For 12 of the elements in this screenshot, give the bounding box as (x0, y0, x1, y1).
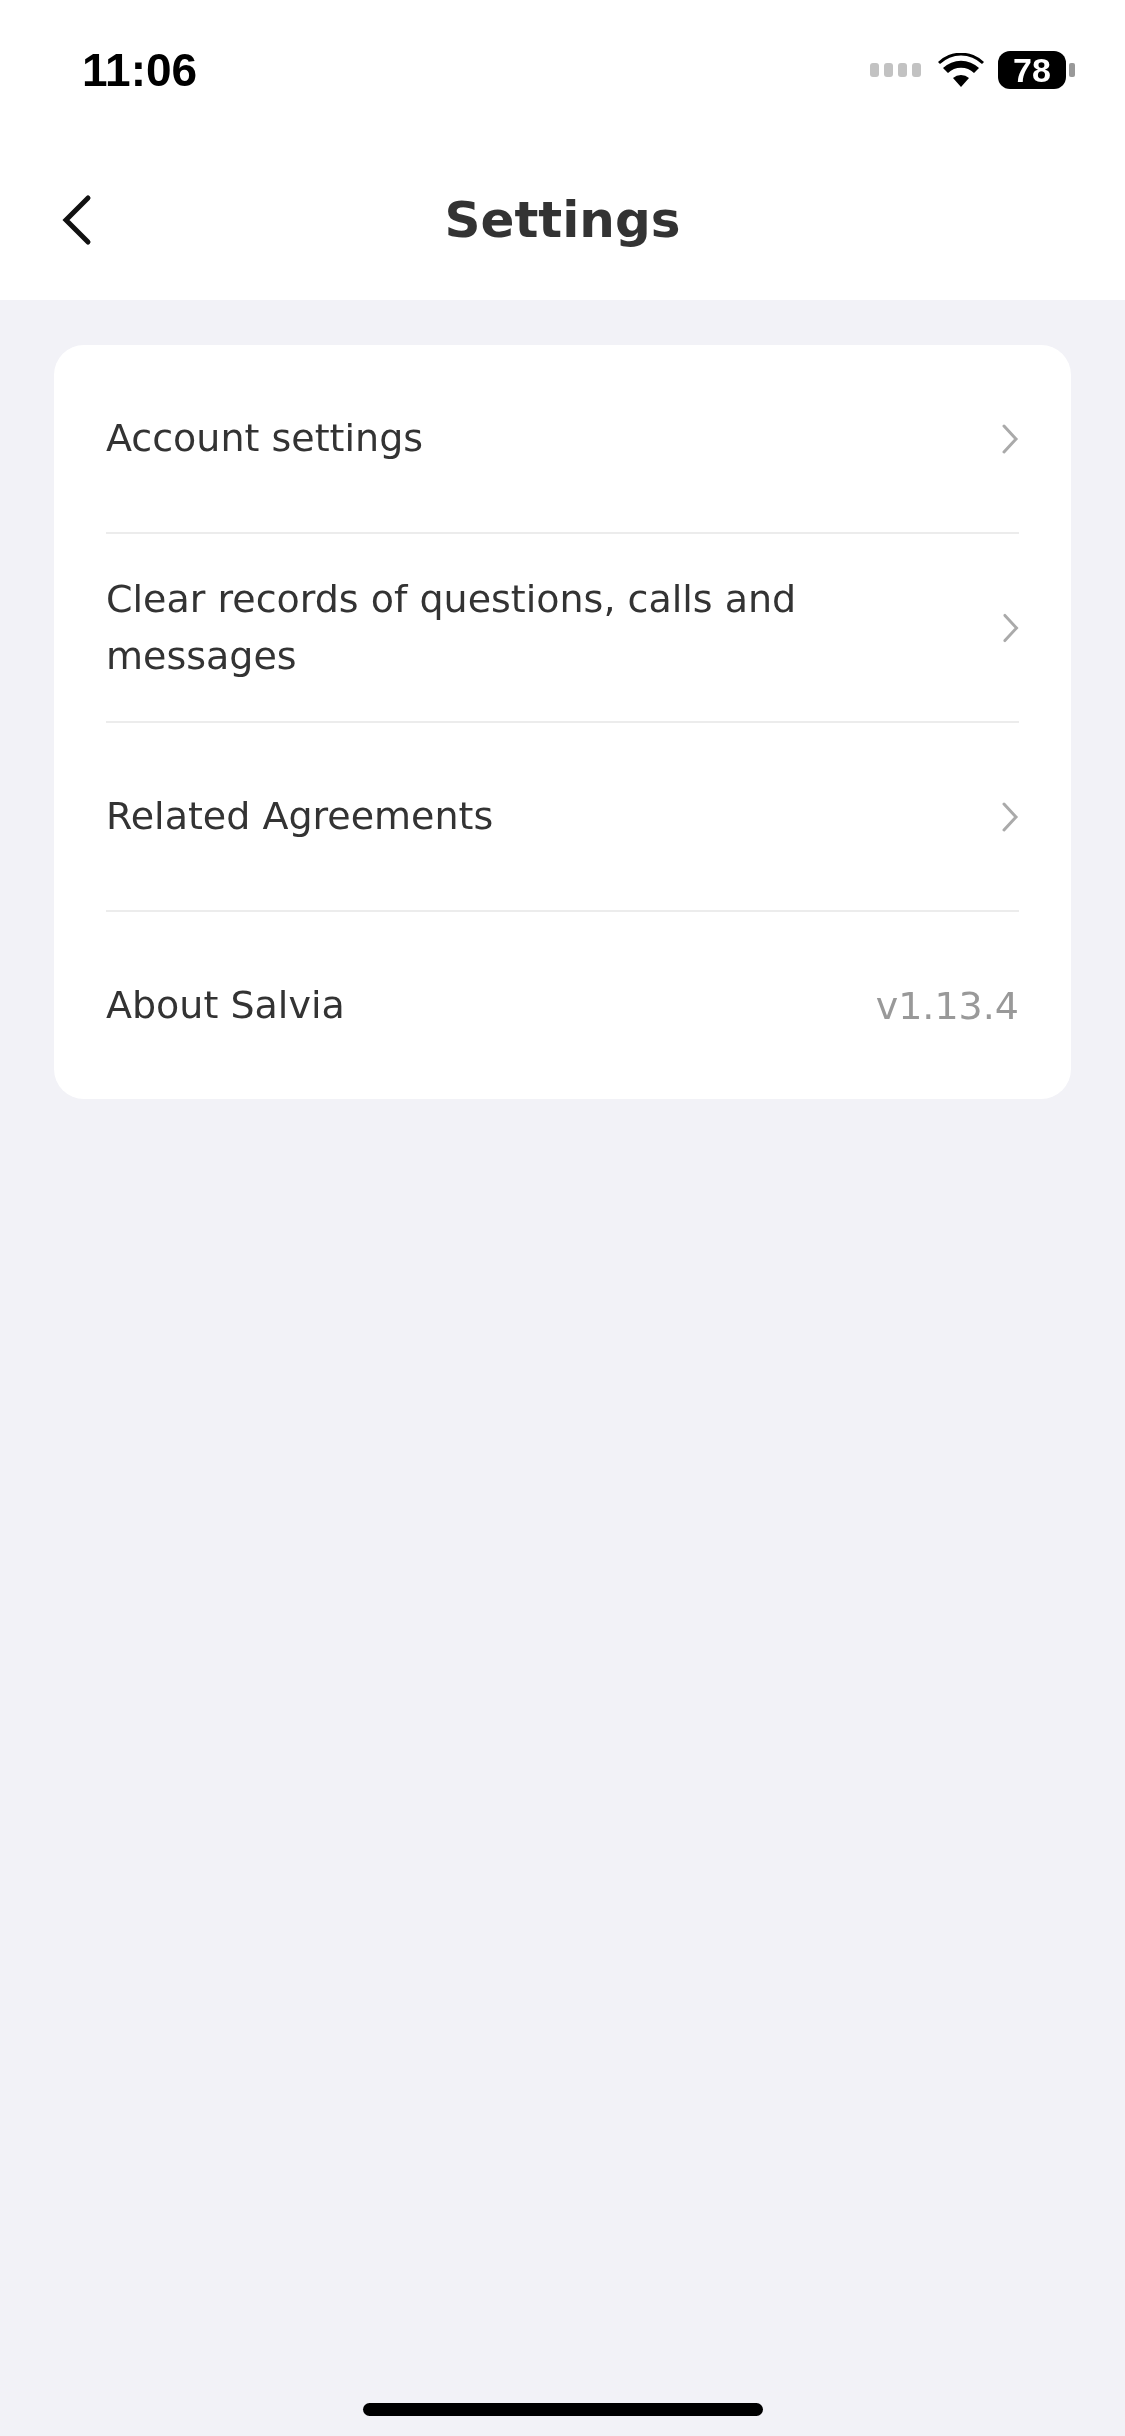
chevron-right-icon (1001, 422, 1019, 455)
chevron-right-icon (1001, 611, 1019, 644)
settings-item[interactable]: About Salvia (106, 977, 345, 1034)
settings-item[interactable]: Related Agreements (106, 788, 494, 845)
settings-item[interactable]: Clear records of questions, calls and messages (106, 570, 972, 685)
status-time: 11:06 (82, 43, 198, 97)
wifi-icon (938, 53, 984, 87)
settings-item[interactable]: Account settings (106, 410, 424, 467)
chevron-right-icon (1001, 800, 1019, 833)
signal-icon (870, 61, 924, 79)
version-text: v1.13.4 (875, 983, 1019, 1028)
page-title: Settings (444, 191, 681, 249)
